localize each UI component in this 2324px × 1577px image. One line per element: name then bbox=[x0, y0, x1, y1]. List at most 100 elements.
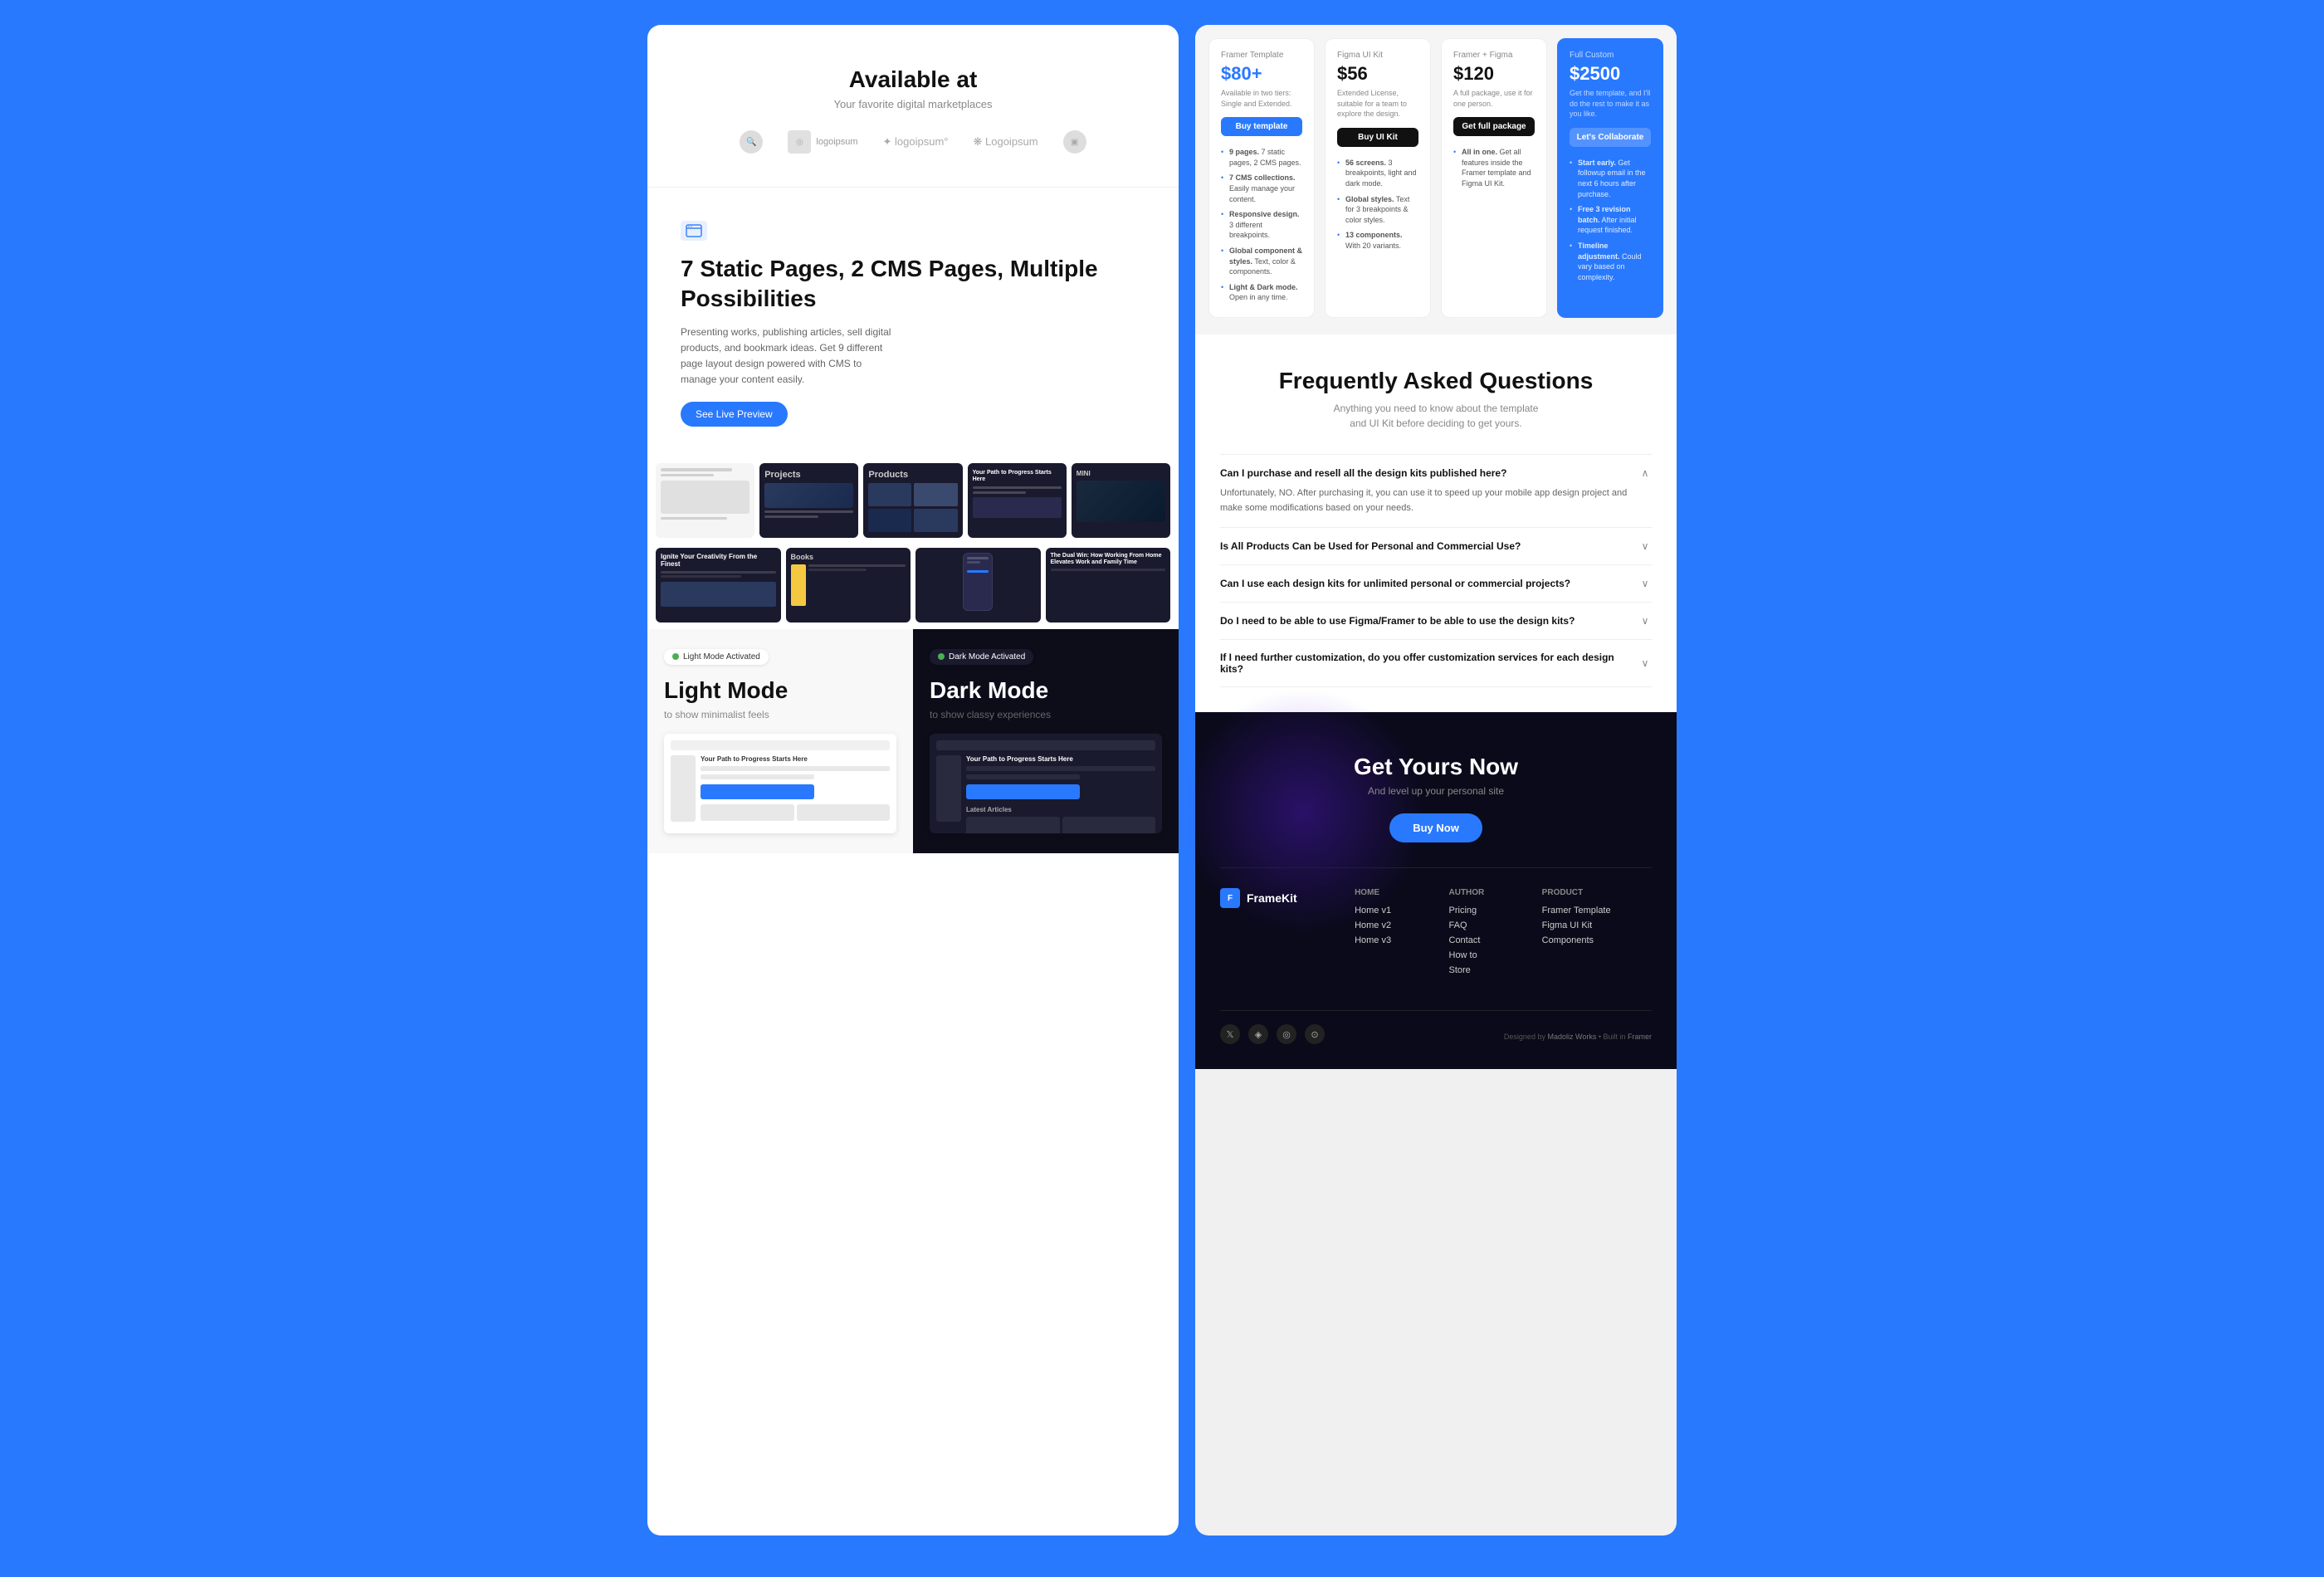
footer-link-howto[interactable]: How to bbox=[1449, 950, 1526, 960]
screenshot-products: Products bbox=[863, 463, 962, 538]
figma-features: 56 screens. 3 breakpoints, light and dar… bbox=[1337, 155, 1418, 254]
social-instagram-icon[interactable]: ◎ bbox=[1277, 1024, 1296, 1044]
custom-label: Full Custom bbox=[1570, 51, 1651, 60]
screenshot-video: MINI bbox=[1072, 463, 1170, 538]
mockup-line bbox=[701, 766, 890, 771]
footer-link-home1[interactable]: Home v1 bbox=[1355, 906, 1432, 915]
footer-link-home3[interactable]: Home v3 bbox=[1355, 935, 1432, 945]
cta-buy-button[interactable]: Buy Now bbox=[1389, 813, 1482, 842]
footer-link-figma[interactable]: Figma UI Kit bbox=[1542, 920, 1652, 930]
figma-feature-3: 13 components. With 20 variants. bbox=[1337, 227, 1418, 253]
screenshots-row1: Projects Products Your Path to P bbox=[647, 463, 1179, 538]
faq-question-2[interactable]: Is All Products Can be Used for Personal… bbox=[1220, 540, 1652, 553]
logo-icon-3: ✦ logoipsum° bbox=[883, 135, 949, 149]
footer-link-faq[interactable]: FAQ bbox=[1449, 920, 1526, 930]
custom-features: Start early. Get followup email in the n… bbox=[1570, 155, 1651, 286]
faq-question-3[interactable]: Can I use each design kits for unlimited… bbox=[1220, 577, 1652, 590]
pricing-card-figma: Figma UI Kit $56 Extended License, suita… bbox=[1325, 38, 1431, 318]
custom-price: $2500 bbox=[1570, 63, 1651, 85]
live-preview-button[interactable]: See Live Preview bbox=[681, 402, 788, 427]
light-mockup-sidebar bbox=[671, 755, 696, 822]
mode-section: Light Mode Activated Light Mode to show … bbox=[647, 629, 1179, 854]
social-figma-icon[interactable]: ◈ bbox=[1248, 1024, 1268, 1044]
available-subtitle: Your favorite digital marketplaces bbox=[681, 98, 1145, 110]
dark-mode-title: Dark Mode bbox=[930, 676, 1162, 705]
logo-5: ▣ bbox=[1063, 130, 1086, 154]
dark-mode-badge: Dark Mode Activated bbox=[930, 649, 1033, 665]
pages-title: 7 Static Pages, 2 CMS Pages, Multiple Po… bbox=[681, 254, 1145, 315]
logos-row: 🔍 ◎ logoipsum ✦ logoipsum° ❋ Logoipsum ▣ bbox=[681, 130, 1145, 162]
screenshot-projects: Projects bbox=[759, 463, 858, 538]
footer-link-home2[interactable]: Home v2 bbox=[1355, 920, 1432, 930]
footer-brand-col: F FrameKit bbox=[1220, 888, 1338, 980]
framer-buy-button[interactable]: Buy template bbox=[1221, 117, 1302, 136]
custom-collaborate-button[interactable]: Let's Collaborate bbox=[1570, 128, 1651, 147]
faq-question-text-2: Is All Products Can be Used for Personal… bbox=[1220, 540, 1638, 552]
faq-question-text-3: Can I use each design kits for unlimited… bbox=[1220, 578, 1638, 589]
dark-mode-panel: Dark Mode Activated Dark Mode to show cl… bbox=[913, 629, 1179, 854]
footer-home-title: HOME bbox=[1355, 888, 1432, 897]
faq-chevron-3: ∨ bbox=[1638, 577, 1652, 590]
footer-author-title: AUTHOR bbox=[1449, 888, 1526, 897]
dark-mockup: Your Path to Progress Starts Here Latest… bbox=[930, 734, 1162, 833]
footer-product-title: PRODUCT bbox=[1542, 888, 1652, 897]
footer-brand-name: FrameKit bbox=[1247, 891, 1297, 905]
figma-desc: Extended License, suitable for a team to… bbox=[1337, 88, 1418, 120]
light-mockup-main: Your Path to Progress Starts Here bbox=[701, 755, 890, 822]
combo-buy-button[interactable]: Get full package bbox=[1453, 117, 1535, 136]
framer-desc: Available in two tiers: Single and Exten… bbox=[1221, 88, 1302, 109]
combo-features: All in one. Get all features inside the … bbox=[1453, 144, 1535, 191]
light-mockup: Your Path to Progress Starts Here bbox=[664, 734, 896, 833]
dark-mockup-header bbox=[936, 740, 1155, 750]
logo-4: ❋ Logoipsum bbox=[974, 135, 1038, 149]
figma-feature-2: Global styles. Text for 3 breakpoints & … bbox=[1337, 192, 1418, 228]
social-x-icon[interactable]: 𝕏 bbox=[1220, 1024, 1240, 1044]
logo-icon-4: ❋ Logoipsum bbox=[974, 135, 1038, 149]
social-dribbble-icon[interactable]: ⊙ bbox=[1305, 1024, 1325, 1044]
footer-author-col: AUTHOR Pricing FAQ Contact How to Store bbox=[1449, 888, 1526, 980]
social-icons: 𝕏 ◈ ◎ ⊙ Designed by Madoliz Works • Buil… bbox=[1220, 1010, 1652, 1044]
footer-link-contact[interactable]: Contact bbox=[1449, 935, 1526, 945]
footer-grid: F FrameKit HOME Home v1 Home v2 Home v3 … bbox=[1220, 867, 1652, 994]
footer-link-framer[interactable]: Framer Template bbox=[1542, 906, 1652, 915]
pricing-section: Framer Template $80+ Available in two ti… bbox=[1195, 25, 1677, 334]
figma-label: Figma UI Kit bbox=[1337, 51, 1418, 60]
faq-item-5: If I need further customization, do you … bbox=[1220, 639, 1652, 687]
logo-icon-1: 🔍 bbox=[740, 130, 763, 154]
footer-link-store[interactable]: Store bbox=[1449, 965, 1526, 975]
framer-feature-5: Light & Dark mode. Open in any time. bbox=[1221, 280, 1302, 305]
light-mode-badge-label: Light Mode Activated bbox=[683, 652, 760, 662]
light-mockup-header bbox=[671, 740, 890, 750]
pages-section: 7 Static Pages, 2 CMS Pages, Multiple Po… bbox=[647, 188, 1179, 463]
faq-question-text-1: Can I purchase and resell all the design… bbox=[1220, 467, 1638, 479]
faq-chevron-2: ∨ bbox=[1638, 540, 1652, 553]
footer-brand: F FrameKit bbox=[1220, 888, 1338, 908]
pricing-card-framer: Framer Template $80+ Available in two ti… bbox=[1208, 38, 1315, 318]
logo-icon-2: ◎ bbox=[788, 130, 811, 154]
faq-question-4[interactable]: Do I need to be able to use Figma/Framer… bbox=[1220, 614, 1652, 627]
footer-brand-icon: F bbox=[1220, 888, 1240, 908]
screenshot-home bbox=[656, 463, 754, 538]
light-mode-panel: Light Mode Activated Light Mode to show … bbox=[647, 629, 913, 854]
mockup-line-short bbox=[701, 774, 814, 779]
combo-desc: A full package, use it for one person. bbox=[1453, 88, 1535, 109]
faq-question-5[interactable]: If I need further customization, do you … bbox=[1220, 652, 1652, 675]
pages-description: Presenting works, publishing articles, s… bbox=[681, 325, 896, 388]
faq-question-1[interactable]: Can I purchase and resell all the design… bbox=[1220, 466, 1652, 480]
left-panel: Available at Your favorite digital marke… bbox=[647, 25, 1179, 1536]
faq-title: Frequently Asked Questions bbox=[1220, 368, 1652, 394]
faq-question-text-4: Do I need to be able to use Figma/Framer… bbox=[1220, 615, 1638, 627]
faq-subtitle: Anything you need to know about the temp… bbox=[1220, 401, 1652, 431]
combo-price: $120 bbox=[1453, 63, 1535, 85]
figma-buy-button[interactable]: Buy UI Kit bbox=[1337, 128, 1418, 147]
cta-subtitle: And level up your personal site bbox=[1220, 785, 1652, 797]
footer-link-components[interactable]: Components bbox=[1542, 935, 1652, 945]
dark-mockup-content: Your Path to Progress Starts Here Latest… bbox=[936, 755, 1155, 833]
faq-chevron-5: ∨ bbox=[1638, 657, 1652, 670]
available-section: Available at Your favorite digital marke… bbox=[647, 25, 1179, 188]
dark-mockup-line-short bbox=[966, 774, 1080, 779]
footer-link-pricing[interactable]: Pricing bbox=[1449, 906, 1526, 915]
browser-icon bbox=[681, 221, 707, 241]
custom-feature-2: Free 3 revision batch. After initial req… bbox=[1570, 202, 1651, 238]
framer-features: 9 pages. 7 static pages, 2 CMS pages. 7 … bbox=[1221, 144, 1302, 305]
